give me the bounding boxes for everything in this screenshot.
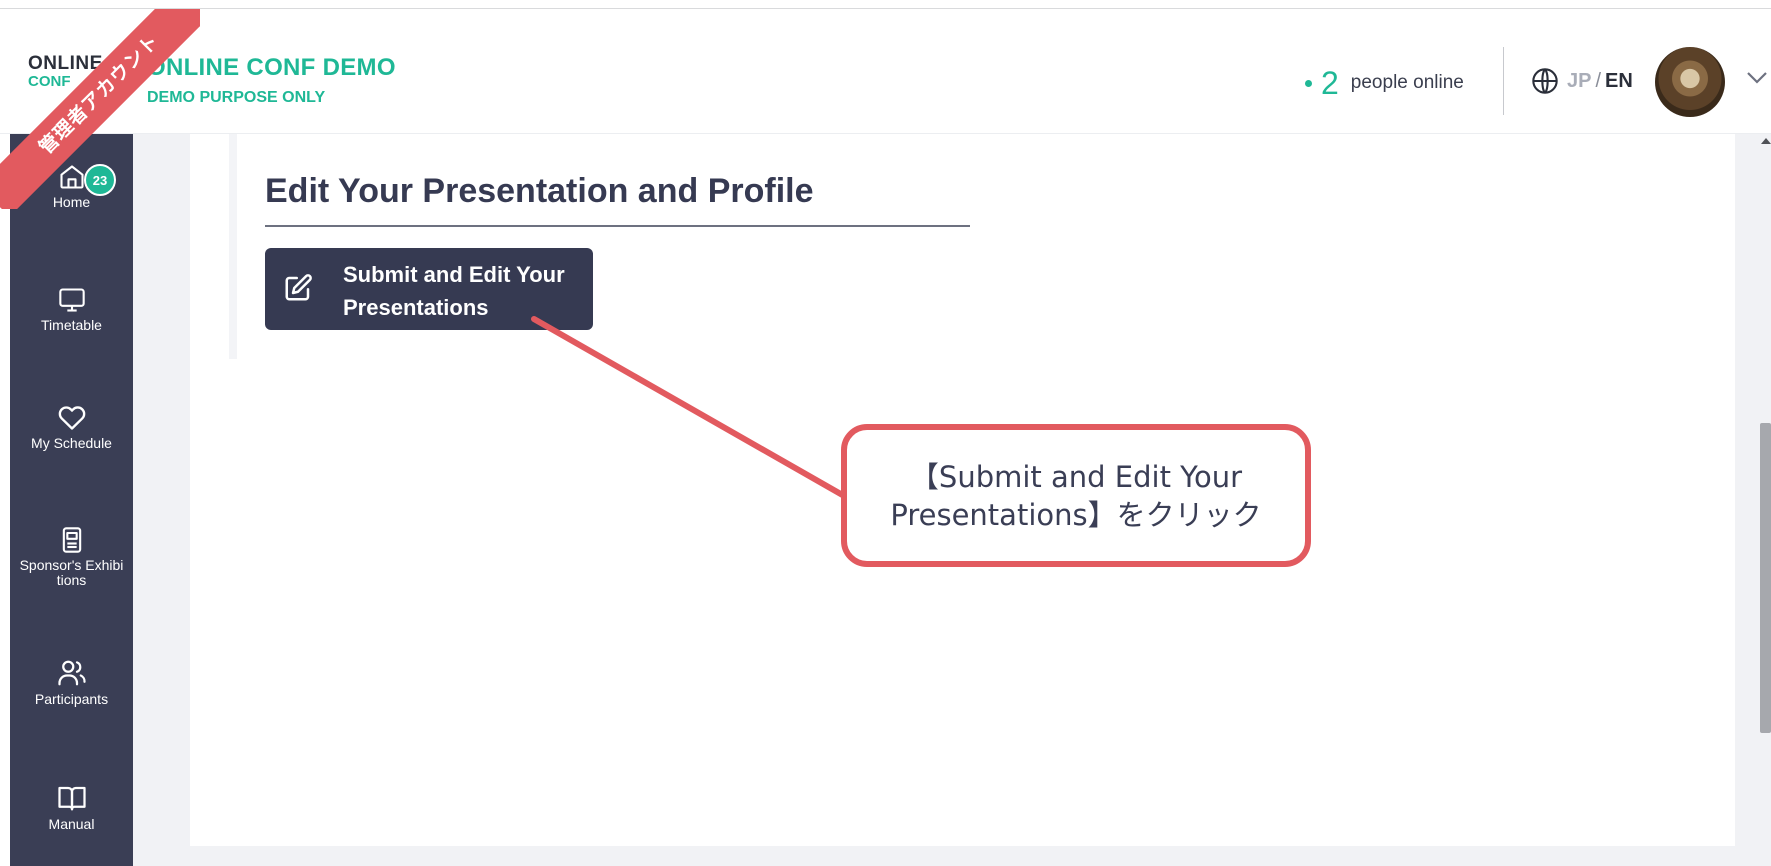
submit-button-label-line-1: Submit and Edit Your (343, 262, 565, 287)
notification-badge: 23 (84, 164, 116, 196)
lang-jp-option[interactable]: JP (1567, 70, 1591, 93)
annotation-line-1: 【Submit and Edit Your (909, 459, 1243, 494)
sidebar-item-label: Manual (48, 815, 95, 832)
sidebar-item-label: My Schedule (31, 434, 112, 451)
sidebar-item-participants[interactable]: Participants (10, 642, 133, 722)
submit-button-label-line-2: Presentations (343, 295, 489, 320)
sidebar-item-sponsors-exhibitions[interactable]: Sponsor's Exhibi tions (10, 510, 133, 604)
globe-icon (1532, 68, 1558, 94)
home-icon (59, 164, 84, 189)
sidebar: Home 23 Timetable My Schedule Sponsor's … (10, 134, 133, 866)
online-label: people online (1350, 72, 1464, 93)
online-count: 2 (1321, 65, 1339, 101)
submit-button-label: Submit and Edit Your Presentations (343, 258, 583, 324)
lang-en-option[interactable]: EN (1605, 70, 1633, 93)
annotation-line-2: Presentations】をクリック (890, 497, 1262, 532)
sidebar-item-manual[interactable]: Manual (10, 767, 133, 847)
conference-subtitle: DEMO PURPOSE ONLY (147, 89, 326, 106)
language-switcher: JP / EN (1531, 65, 1633, 97)
sidebar-item-timetable[interactable]: Timetable (10, 269, 133, 349)
online-dot-icon (1305, 79, 1312, 87)
monitor-icon (58, 287, 85, 312)
users-icon (57, 660, 86, 685)
scrollbar-thumb[interactable] (1760, 423, 1771, 733)
chevron-down-icon[interactable] (1746, 71, 1768, 85)
sidebar-item-label: Participants (34, 690, 109, 707)
section-title: Edit Your Presentation and Profile (265, 172, 814, 210)
scroll-up-arrow-icon[interactable] (1761, 138, 1771, 144)
lang-separator: / (1595, 69, 1602, 92)
sidebar-item-label-line-2: tions (56, 572, 87, 588)
sidebar-item-label: Timetable (41, 316, 102, 333)
app-header: ONLINE CONF ONLINE CONF DEMO DEMO PURPOS… (0, 9, 1771, 134)
annotation-text: 【Submit and Edit Your Presentations】をクリッ… (890, 458, 1261, 534)
edit-icon (285, 274, 312, 301)
sidebar-item-label: Home (52, 193, 91, 210)
annotation-callout: 【Submit and Edit Your Presentations】をクリッ… (841, 424, 1311, 567)
booklet-icon (62, 527, 81, 553)
submit-edit-presentations-button[interactable]: Submit and Edit Your Presentations (265, 248, 593, 330)
user-avatar[interactable] (1655, 47, 1725, 117)
conference-title: ONLINE CONF DEMO (147, 54, 396, 81)
sidebar-item-label-line-1: Sponsor's Exhibi (19, 557, 124, 573)
heart-icon (58, 405, 85, 430)
sidebar-item-my-schedule[interactable]: My Schedule (10, 387, 133, 467)
book-icon (57, 786, 86, 810)
online-indicator: 2 people online (1305, 65, 1464, 101)
section-title-underline (265, 225, 970, 227)
header-divider (1503, 47, 1504, 115)
